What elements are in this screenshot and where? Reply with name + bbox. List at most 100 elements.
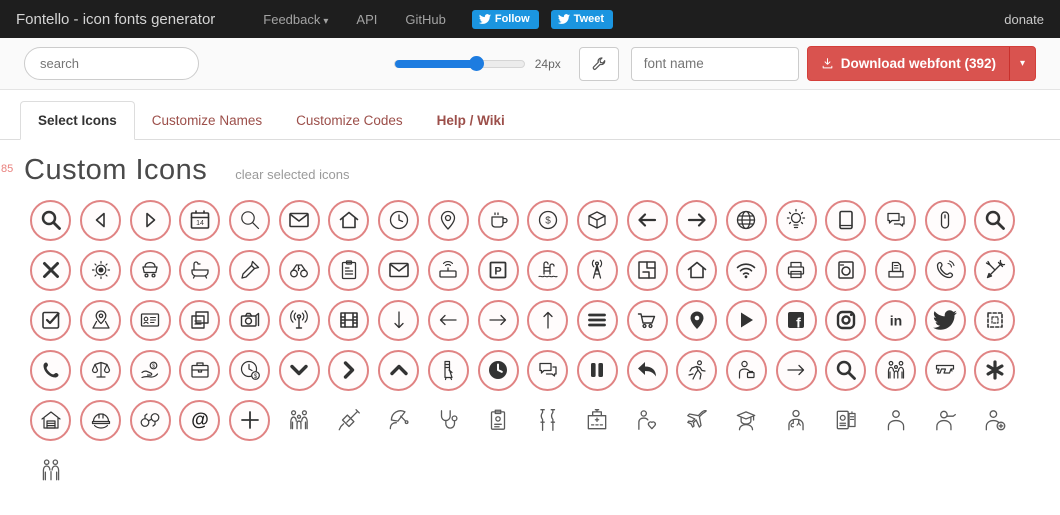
icon-cell-coffee[interactable] xyxy=(473,195,523,245)
icon-cell-search-thin[interactable] xyxy=(225,195,275,245)
icon-cell-person[interactable] xyxy=(871,395,921,445)
icon-cell-washing-machine[interactable] xyxy=(821,245,871,295)
icon-cell-wifi[interactable] xyxy=(722,245,772,295)
icon-cell-reply-arrow[interactable] xyxy=(622,345,672,395)
download-dropdown-toggle[interactable]: ▾ xyxy=(1009,47,1035,80)
tab-help-wiki[interactable]: Help / Wiki xyxy=(420,102,522,139)
icon-cell-instagram[interactable] xyxy=(821,295,871,345)
icon-cell-syringe[interactable] xyxy=(324,395,374,445)
brand-link[interactable]: Fontello - icon fonts generator xyxy=(16,11,215,28)
icon-cell-radio-tower[interactable] xyxy=(573,245,623,295)
icon-cell-location-pin[interactable] xyxy=(424,195,474,245)
icon-cell-dollar-coin[interactable]: $ xyxy=(523,195,573,245)
icon-cell-print-document[interactable] xyxy=(871,245,921,295)
icon-cell-location-pin-solid[interactable] xyxy=(672,295,722,345)
icon-cell-arrow-left-thin[interactable] xyxy=(424,295,474,345)
icon-cell-pool-ladder[interactable] xyxy=(523,245,573,295)
icon-cell-clipboard-badge[interactable] xyxy=(473,395,523,445)
icon-cell-tools-crossed[interactable] xyxy=(970,245,1020,295)
icon-cell-package-box[interactable] xyxy=(573,195,623,245)
nav-github[interactable]: GitHub xyxy=(391,12,459,27)
icon-cell-arrow-down-thin[interactable] xyxy=(374,295,424,345)
clear-selected-link[interactable]: clear selected icons xyxy=(235,167,349,182)
icon-cell-linkedin[interactable]: in xyxy=(871,295,921,345)
icon-cell-close-x[interactable] xyxy=(26,245,76,295)
twitter-follow-button[interactable]: Follow xyxy=(471,9,539,29)
icon-cell-cart-loaded[interactable] xyxy=(125,245,175,295)
icon-cell-menu-hamburger[interactable] xyxy=(573,295,623,345)
icon-cell-chevron-right[interactable] xyxy=(324,345,374,395)
icon-cell-shopping-cart[interactable] xyxy=(622,295,672,345)
icon-cell-puzzle-pattern[interactable] xyxy=(970,295,1020,345)
icon-cell-family-group[interactable] xyxy=(871,345,921,395)
download-webfont-button[interactable]: Download webfont (392) xyxy=(808,47,1009,80)
icon-cell-hand-coin[interactable]: $ xyxy=(125,345,175,395)
icon-cell-id-card[interactable] xyxy=(125,295,175,345)
icon-cell-clock[interactable] xyxy=(374,195,424,245)
icon-cell-pistol[interactable] xyxy=(920,345,970,395)
icon-cell-house-garage[interactable] xyxy=(26,395,76,445)
icon-cell-mail-bold[interactable] xyxy=(374,245,424,295)
icon-cell-triangle-left[interactable] xyxy=(76,195,126,245)
icon-cell-satellite-dish[interactable] xyxy=(374,395,424,445)
icon-cell-plus[interactable] xyxy=(225,395,275,445)
icon-cell-film-strip[interactable] xyxy=(324,295,374,345)
size-slider[interactable] xyxy=(393,55,525,71)
font-name-input[interactable] xyxy=(630,46,799,81)
icon-cell-leg-cast[interactable] xyxy=(424,345,474,395)
icon-cell-asterisk[interactable] xyxy=(970,345,1020,395)
icon-cell-clock-solid[interactable] xyxy=(473,345,523,395)
tab-select-icons[interactable]: Select Icons xyxy=(20,101,135,140)
icon-cell-chat-bubbles[interactable] xyxy=(523,345,573,395)
icon-cell-printer[interactable] xyxy=(771,245,821,295)
icon-cell-home[interactable] xyxy=(324,195,374,245)
icon-cell-triangle-right[interactable] xyxy=(125,195,175,245)
icon-cell-play[interactable] xyxy=(722,295,772,345)
icon-cell-person-headset[interactable] xyxy=(920,395,970,445)
donate-link[interactable]: donate xyxy=(1004,12,1044,27)
icon-cell-phone-solid[interactable] xyxy=(26,345,76,395)
icon-cell-calendar[interactable]: 14 xyxy=(175,195,225,245)
icon-cell-stethoscope[interactable] xyxy=(424,395,474,445)
settings-button[interactable] xyxy=(578,46,619,81)
icon-cell-clock-dollar[interactable]: $ xyxy=(225,345,275,395)
icon-cell-airplane[interactable] xyxy=(672,395,722,445)
icon-cell-person-care-heart[interactable] xyxy=(622,395,672,445)
icon-cell-camera-photos[interactable] xyxy=(225,295,275,345)
icon-cell-tablet[interactable] xyxy=(821,195,871,245)
icon-cell-twitter[interactable] xyxy=(920,295,970,345)
tab-customize-names[interactable]: Customize Names xyxy=(135,102,279,139)
icon-cell-floor-plan[interactable] xyxy=(622,245,672,295)
icon-cell-phone-ringing[interactable] xyxy=(920,245,970,295)
icon-cell-map-location-pin[interactable] xyxy=(76,295,126,345)
icon-cell-chevron-down[interactable] xyxy=(274,345,324,395)
icon-cell-runner-tools[interactable] xyxy=(672,345,722,395)
icon-cell-mail[interactable] xyxy=(274,195,324,245)
icon-cell-search-bold[interactable] xyxy=(821,345,871,395)
icon-cell-family-child[interactable] xyxy=(26,445,76,495)
icon-cell-pause[interactable] xyxy=(573,345,623,395)
icon-cell-worker-briefcase[interactable] xyxy=(722,345,772,395)
size-slider-thumb[interactable] xyxy=(469,55,485,71)
icon-cell-hard-hat[interactable] xyxy=(76,395,126,445)
icon-cell-facebook[interactable]: f xyxy=(771,295,821,345)
icon-cell-arrow-right-thin[interactable] xyxy=(473,295,523,345)
icon-cell-home-small[interactable] xyxy=(672,245,722,295)
icon-cell-arrow-left[interactable] xyxy=(622,195,672,245)
icon-cell-screwdriver[interactable] xyxy=(225,245,275,295)
icon-cell-arrow-right[interactable] xyxy=(672,195,722,245)
icon-cell-chat-bubbles[interactable] xyxy=(871,195,921,245)
icon-cell-family-group[interactable] xyxy=(274,395,324,445)
icon-cell-scales-balance[interactable] xyxy=(76,345,126,395)
nav-api[interactable]: API xyxy=(342,12,391,27)
icon-cell-at-sign[interactable]: @ xyxy=(175,395,225,445)
icon-cell-passport-documents[interactable] xyxy=(821,395,871,445)
icon-cell-wifi-router[interactable] xyxy=(424,245,474,295)
icon-cell-parking-sign[interactable]: P xyxy=(473,245,523,295)
icon-cell-checkbox-checked[interactable] xyxy=(26,295,76,345)
icon-cell-arrow-right-thin[interactable] xyxy=(771,345,821,395)
icon-cell-search[interactable] xyxy=(26,195,76,245)
icon-cell-chevron-up[interactable] xyxy=(374,345,424,395)
tab-customize-codes[interactable]: Customize Codes xyxy=(279,102,420,139)
icon-cell-lightbulb[interactable] xyxy=(771,195,821,245)
